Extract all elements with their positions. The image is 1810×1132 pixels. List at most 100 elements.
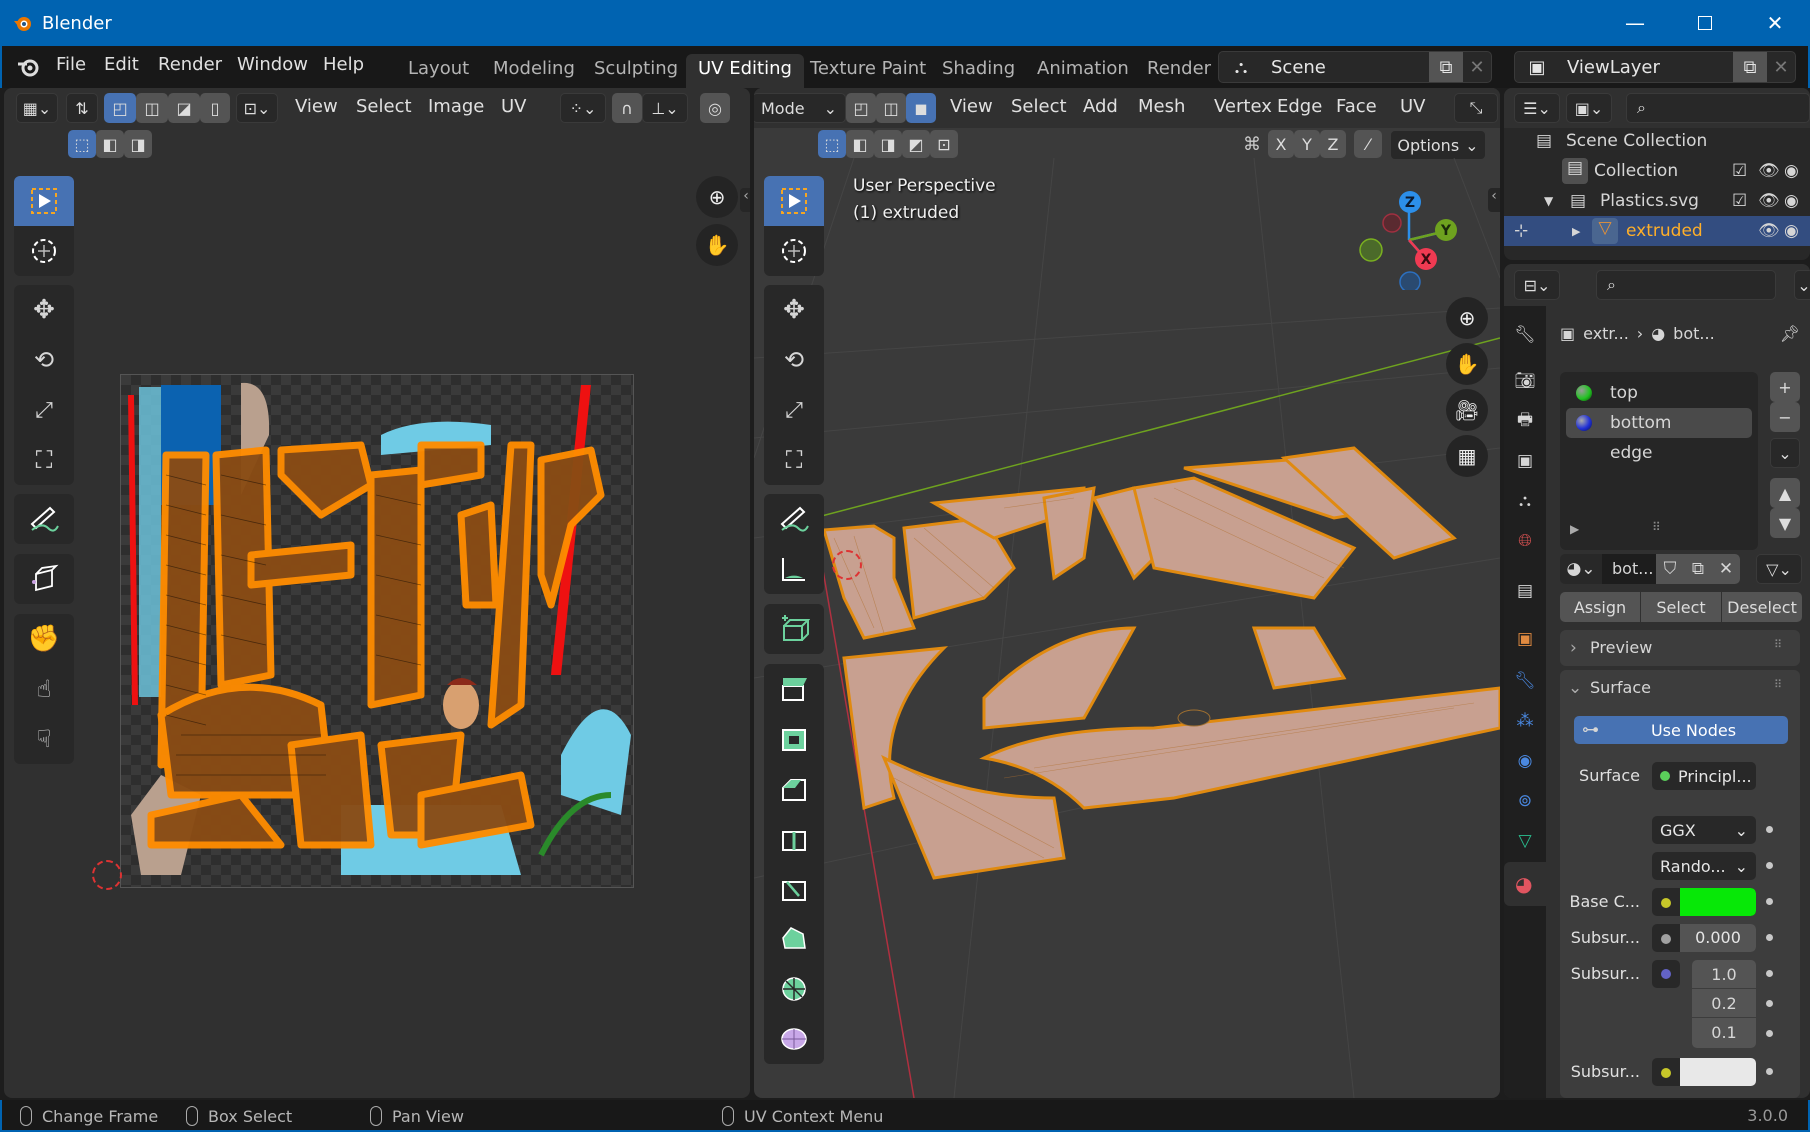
material-slot-top[interactable]: top	[1566, 378, 1752, 408]
keyframe-dot[interactable]	[1766, 1000, 1773, 1007]
tool-move[interactable]: ✥	[14, 285, 74, 335]
chevron-down-icon[interactable]: ⌄	[1568, 678, 1582, 698]
tab-layout[interactable]: Layout	[396, 54, 481, 88]
tool-loop-cut[interactable]	[764, 814, 824, 864]
tab-world[interactable]: 🌐︎	[1510, 526, 1540, 556]
delete-view-layer-icon[interactable]: ✕	[1767, 57, 1795, 78]
tab-output[interactable]: 🖶︎	[1510, 406, 1540, 436]
vertex-select-toggle[interactable]: ◰	[846, 93, 876, 123]
slot-specials-dropdown[interactable]: ⌄	[1770, 438, 1800, 468]
keyframe-dot[interactable]	[1766, 934, 1773, 941]
viewport-menu-uv[interactable]: UV	[1400, 96, 1426, 117]
select-new-mode[interactable]: ⬚	[68, 130, 96, 158]
viewport-menu-add[interactable]: Add	[1083, 96, 1118, 117]
delete-scene-icon[interactable]: ✕	[1463, 57, 1491, 78]
tab-particles[interactable]: ⁂	[1510, 706, 1540, 736]
edge-select-mode[interactable]: ◫	[136, 93, 168, 123]
menu-window[interactable]: Window	[237, 54, 308, 75]
tool-annotate[interactable]	[14, 494, 74, 544]
select-intersect-mode[interactable]: ⊡	[930, 130, 958, 158]
face-select-mode[interactable]: ◪	[168, 93, 200, 123]
menu-help[interactable]: Help	[323, 54, 364, 75]
subsurface-field[interactable]: 0.000	[1652, 924, 1756, 952]
tab-collection[interactable]: ▤	[1510, 576, 1540, 606]
fake-user-icon[interactable]: ⛉	[1656, 554, 1684, 584]
tab-animation[interactable]: Animation	[1025, 54, 1141, 88]
tab-constraints[interactable]: ⊚	[1510, 786, 1540, 816]
unlink-material-icon[interactable]: ✕	[1712, 554, 1740, 584]
camera-render-icon[interactable]: ◉	[1784, 191, 1810, 211]
tool-select-box[interactable]	[764, 176, 824, 226]
eye-icon[interactable]: 👁︎	[1758, 191, 1784, 211]
outliner-row-scene-collection[interactable]: ▤ Scene Collection	[1504, 126, 1810, 156]
tab-uv-editing[interactable]: UV Editing	[686, 54, 804, 88]
2d-cursor-icon[interactable]	[92, 860, 122, 890]
maximize-button[interactable]	[1670, 0, 1740, 46]
keyframe-dot[interactable]	[1766, 826, 1773, 833]
keyframe-dot[interactable]	[1766, 898, 1773, 905]
material-browse-icon[interactable]: ◕⌄	[1560, 554, 1602, 584]
tool-grab[interactable]: ✊	[14, 614, 74, 664]
duplicate-material-icon[interactable]: ⧉	[1684, 554, 1712, 584]
tool-scale[interactable]: ⤢	[764, 385, 824, 435]
tool-smooth[interactable]	[764, 1014, 824, 1064]
tab-view-layer[interactable]: ▣	[1510, 446, 1540, 476]
neg-y-handle[interactable]	[1359, 238, 1383, 262]
radius-x-field[interactable]: 1.0	[1692, 960, 1756, 989]
tab-physics[interactable]: ◉	[1510, 746, 1540, 776]
tab-modeling[interactable]: Modeling	[481, 54, 587, 88]
zoom-view-button[interactable]: ⊕	[696, 176, 738, 218]
tab-render[interactable]: Render	[1135, 54, 1223, 88]
tool-pinch[interactable]: ☟	[14, 714, 74, 764]
radius-z-field[interactable]: 0.1	[1692, 1018, 1756, 1047]
tool-rotate[interactable]: ⟲	[764, 335, 824, 385]
edit-mode-icon[interactable]: ⊹	[1514, 221, 1536, 241]
deselect-button[interactable]: Deselect	[1722, 592, 1802, 622]
use-nodes-button[interactable]: ⊶ Use Nodes	[1574, 716, 1788, 744]
material-slot-bottom[interactable]: bottom	[1566, 408, 1752, 438]
zoom-view-button[interactable]: ⊕	[1446, 297, 1488, 339]
close-button[interactable]: ✕	[1740, 0, 1810, 46]
face-select-toggle[interactable]: ◼	[906, 93, 936, 123]
topology-mirror-toggle[interactable]: ⁄	[1354, 130, 1382, 158]
preview-panel[interactable]: › Preview ⠿	[1560, 630, 1800, 666]
snap-toggle[interactable]: ∩	[612, 93, 642, 123]
tool-extrude-region[interactable]	[764, 664, 824, 714]
expand-arrow-icon[interactable]: ▼	[1544, 194, 1562, 208]
tab-tool[interactable]: 🔧︎	[1510, 320, 1540, 350]
add-material-slot-button[interactable]: +	[1770, 372, 1800, 402]
eye-icon[interactable]: 👁︎	[1758, 221, 1784, 241]
keyframe-dot[interactable]	[1766, 1030, 1773, 1037]
viewport-menu-edge[interactable]: Edge	[1277, 96, 1322, 117]
scene-selector[interactable]: ⛬ Scene ⧉ ✕	[1218, 51, 1492, 83]
link-dropdown[interactable]: ▽⌄	[1756, 554, 1802, 584]
outliner-row-extruded[interactable]: ⊹ ▶ ▽ extruded 👁︎ ◉	[1504, 216, 1810, 246]
exclude-checkbox[interactable]: ☑	[1732, 161, 1758, 181]
tool-cursor[interactable]	[764, 226, 824, 276]
viewport-menu-vertex[interactable]: Vertex	[1214, 96, 1272, 117]
properties-options[interactable]: ⌄	[1794, 270, 1810, 300]
sidebar-toggle[interactable]: ‹	[1488, 188, 1500, 212]
view-layer-selector[interactable]: ▣ ViewLayer ⧉ ✕	[1514, 51, 1796, 83]
uv-menu-select[interactable]: Select	[356, 96, 412, 117]
material-datablock-selector[interactable]: ◕⌄ bot... ⛉ ⧉ ✕	[1560, 554, 1740, 584]
transform-orientation-dropdown[interactable]: ⤡	[1454, 93, 1498, 123]
perspective-toggle-button[interactable]: ▦	[1446, 435, 1488, 477]
vertex-select-mode[interactable]: ◰	[104, 93, 136, 123]
menu-file[interactable]: File	[56, 54, 86, 75]
expand-arrow-icon[interactable]: ▶	[1572, 225, 1586, 238]
tool-rotate[interactable]: ⟲	[14, 335, 74, 385]
move-slot-up-button[interactable]: ▲	[1770, 478, 1800, 508]
scene-name[interactable]: Scene	[1263, 57, 1429, 78]
viewport-menu-face[interactable]: Face	[1336, 96, 1377, 117]
select-button[interactable]: Select	[1641, 592, 1721, 622]
tool-rip-region[interactable]	[14, 554, 74, 604]
mirror-y-toggle[interactable]: Y	[1294, 130, 1320, 158]
drag-handle-icon[interactable]: ⠿	[1774, 678, 1782, 691]
drag-handle-icon[interactable]: ⠿	[1774, 638, 1782, 651]
new-view-layer-icon[interactable]: ⧉	[1733, 52, 1767, 82]
sidebar-toggle[interactable]: ‹	[740, 188, 750, 212]
uv-menu-view[interactable]: View	[295, 96, 338, 117]
tab-render[interactable]: 📷︎	[1510, 366, 1540, 396]
keyframe-dot[interactable]	[1766, 862, 1773, 869]
